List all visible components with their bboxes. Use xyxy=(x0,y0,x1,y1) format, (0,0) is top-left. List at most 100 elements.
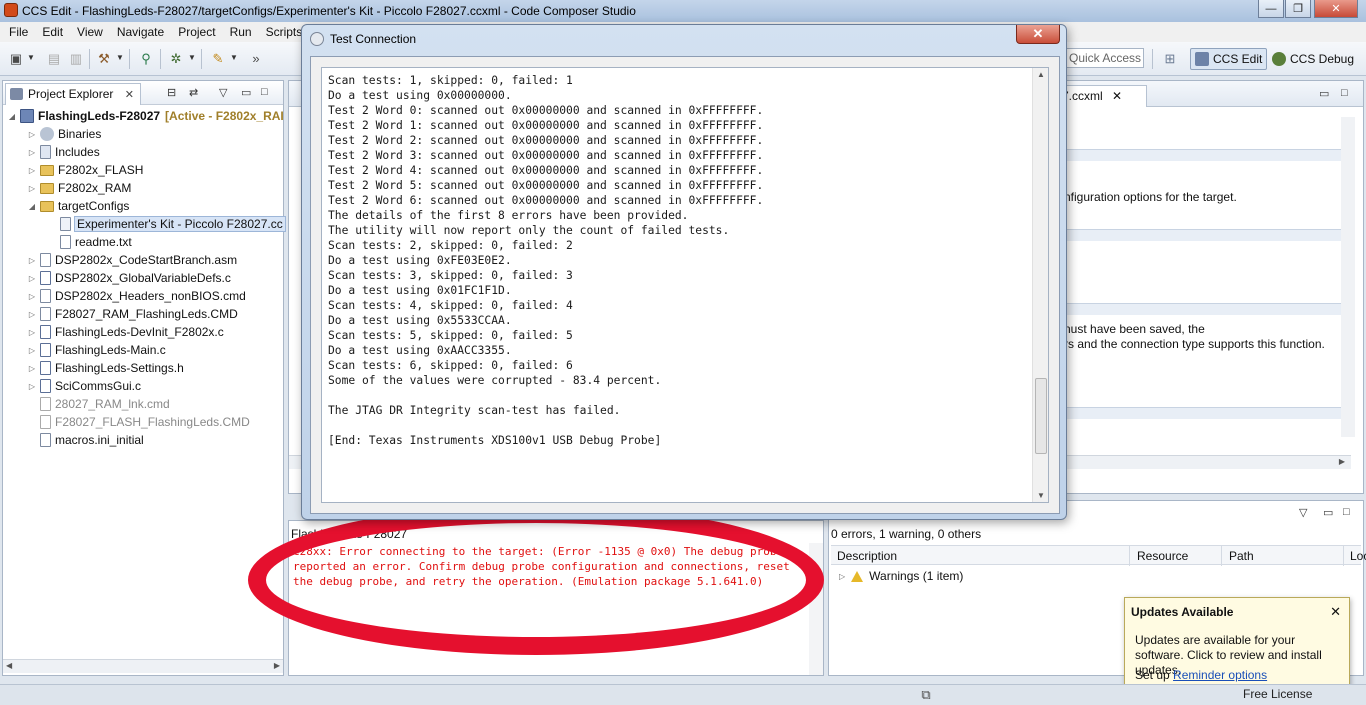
perspective-ccs-edit[interactable]: CCS Edit xyxy=(1190,48,1268,70)
expanded-twisty-icon[interactable]: ◢ xyxy=(7,112,17,121)
tree-item-settings[interactable]: ▷ FlashingLeds-Settings.h xyxy=(27,359,184,377)
minimize-view-icon[interactable]: ▭ xyxy=(1323,506,1333,519)
collapsed-twisty-icon[interactable]: ▷ xyxy=(27,274,37,283)
updates-title: Updates Available xyxy=(1131,605,1234,619)
license-label: Free License xyxy=(1243,687,1313,701)
tree-item-binaries[interactable]: ▷ Binaries xyxy=(27,125,101,143)
scroll-thumb[interactable] xyxy=(1035,378,1047,454)
maximize-button[interactable]: ❐ xyxy=(1285,0,1311,18)
tree-item-headers-nonbios[interactable]: ▷ DSP2802x_Headers_nonBIOS.cmd xyxy=(27,287,246,305)
minimize-view-icon[interactable]: ▭ xyxy=(1319,87,1329,100)
maximize-view-icon[interactable]: □ xyxy=(261,86,268,98)
menu-view[interactable]: View xyxy=(70,25,110,39)
debug-dropdown-icon[interactable]: ▼ xyxy=(188,53,196,62)
menu-run[interactable]: Run xyxy=(223,25,259,39)
tree-item-readme[interactable]: readme.txt xyxy=(57,233,132,251)
output-vscrollbar[interactable]: ▲ ▼ xyxy=(1032,68,1048,502)
collapsed-twisty-icon[interactable]: ▷ xyxy=(27,166,37,175)
flash-icon[interactable]: ✎ xyxy=(210,51,226,67)
collapsed-twisty-icon[interactable]: ▷ xyxy=(27,310,37,319)
link-with-editor-icon[interactable]: ⇄ xyxy=(189,86,198,99)
open-perspective-icon[interactable]: ⊞ xyxy=(1162,51,1178,67)
console-vscrollbar[interactable] xyxy=(809,543,823,675)
tree-item-main[interactable]: ▷ FlashingLeds-Main.c xyxy=(27,341,166,359)
collapsed-twisty-icon[interactable]: ▷ xyxy=(27,130,37,139)
collapsed-twisty-icon[interactable]: ▷ xyxy=(839,572,845,581)
perspective-ccs-debug[interactable]: CCS Debug xyxy=(1268,48,1358,70)
window-close-button[interactable]: ✕ xyxy=(1314,0,1358,18)
flash-dropdown-icon[interactable]: ▼ xyxy=(230,53,238,62)
scroll-down-icon[interactable]: ▼ xyxy=(1037,491,1045,500)
build-dropdown-icon[interactable]: ▼ xyxy=(116,53,124,62)
view-menu-icon[interactable]: ▽ xyxy=(1299,506,1307,519)
col-description[interactable]: Description xyxy=(837,549,897,563)
tree-item-globalvariabledefs[interactable]: ▷ DSP2802x_GlobalVariableDefs.c xyxy=(27,269,231,287)
close-icon[interactable]: ✕ xyxy=(1112,89,1122,103)
minimize-view-icon[interactable]: ▭ xyxy=(241,86,251,99)
tree-item-ram-lnk[interactable]: 28027_RAM_lnk.cmd xyxy=(37,395,170,413)
new-icon[interactable]: ▣ xyxy=(8,51,24,67)
status-update-icon[interactable]: ⧉ xyxy=(918,687,934,703)
scroll-right-icon[interactable]: ▶ xyxy=(1339,457,1345,466)
menu-project[interactable]: Project xyxy=(171,25,222,39)
collapsed-twisty-icon[interactable]: ▷ xyxy=(27,346,37,355)
perspective-label: CCS Edit xyxy=(1213,52,1263,66)
tree-item-targetconfigs[interactable]: ◢ targetConfigs xyxy=(27,197,129,215)
tree-item-project[interactable]: ◢ FlashingLeds-F28027 [Active - F2802x_R… xyxy=(7,107,284,125)
status-bar: ⧉ Free License xyxy=(0,684,1366,705)
scroll-left-icon[interactable]: ◀ xyxy=(6,661,12,670)
tree-item-ram-cmd[interactable]: ▷ F28027_RAM_FlashingLeds.CMD xyxy=(27,305,238,323)
maximize-view-icon[interactable]: □ xyxy=(1343,506,1350,518)
menu-edit[interactable]: Edit xyxy=(35,25,70,39)
quick-access-input[interactable]: Quick Access xyxy=(1064,48,1144,68)
menu-file[interactable]: File xyxy=(2,25,35,39)
tree-item-includes[interactable]: ▷ Includes xyxy=(27,143,100,161)
expanded-twisty-icon[interactable]: ◢ xyxy=(27,202,37,211)
collapsed-twisty-icon[interactable]: ▷ xyxy=(27,364,37,373)
collapsed-twisty-icon[interactable]: ▷ xyxy=(27,184,37,193)
collapsed-twisty-icon[interactable]: ▷ xyxy=(27,256,37,265)
maximize-view-icon[interactable]: □ xyxy=(1341,87,1348,99)
new-dropdown-icon[interactable]: ▼ xyxy=(27,53,35,62)
tab-ccxml-editor[interactable]: 7.ccxml ✕ xyxy=(1057,85,1147,107)
collapsed-twisty-icon[interactable]: ▷ xyxy=(27,292,37,301)
collapsed-twisty-icon[interactable]: ▷ xyxy=(27,382,37,391)
scroll-right-icon[interactable]: ▶ xyxy=(274,661,280,670)
tree-item-label: FlashingLeds-F28027 xyxy=(38,109,161,123)
close-icon[interactable]: ✕ xyxy=(1330,604,1341,620)
explorer-hscrollbar[interactable]: ◀ ▶ xyxy=(3,659,283,673)
updates-notification[interactable]: Updates Available ✕ Updates are availabl… xyxy=(1124,597,1350,687)
close-icon[interactable]: ✕ xyxy=(125,89,134,101)
reminder-options-link[interactable]: Reminder options xyxy=(1173,668,1267,682)
warnings-row[interactable]: ▷ Warnings (1 item) xyxy=(839,569,963,583)
dialog-close-button[interactable]: ✕ xyxy=(1016,25,1060,44)
toolbar-chevron-icon[interactable]: » xyxy=(248,51,264,67)
tree-item-devinit[interactable]: ▷ FlashingLeds-DevInit_F2802x.c xyxy=(27,323,224,341)
build-hammer-icon[interactable]: ⚒ xyxy=(96,51,112,67)
col-path[interactable]: Path xyxy=(1229,549,1254,563)
menu-navigate[interactable]: Navigate xyxy=(110,25,171,39)
collapsed-twisty-icon[interactable]: ▷ xyxy=(27,328,37,337)
tab-project-explorer[interactable]: Project Explorer ✕ xyxy=(5,83,141,105)
problems-summary: 0 errors, 1 warning, 0 others xyxy=(831,527,982,541)
test-output-area[interactable]: Scan tests: 1, skipped: 0, failed: 1 Do a… xyxy=(321,67,1049,503)
search-icon[interactable]: ⚲ xyxy=(138,51,154,67)
tree-item-flash-cmd[interactable]: F28027_FLASH_FlashingLeds.CMD xyxy=(37,413,250,431)
tree-item-codestartbranch[interactable]: ▷ DSP2802x_CodeStartBranch.asm xyxy=(27,251,237,269)
col-resource[interactable]: Resource xyxy=(1137,549,1188,563)
collapsed-twisty-icon[interactable]: ▷ xyxy=(27,148,37,157)
editor-vscrollbar[interactable] xyxy=(1341,117,1355,437)
save-icon[interactable]: ▤ xyxy=(46,51,62,67)
tree-item-f2802x-flash[interactable]: ▷ F2802x_FLASH xyxy=(27,161,143,179)
view-menu-icon[interactable]: ▽ xyxy=(219,86,227,99)
collapse-all-icon[interactable]: ⊟ xyxy=(167,86,176,99)
tree-item-macros[interactable]: macros.ini_initial xyxy=(37,431,144,449)
tree-item-ccxml[interactable]: Experimenter's Kit - Piccolo F28027.cc xyxy=(57,215,286,233)
scroll-up-icon[interactable]: ▲ xyxy=(1037,70,1045,79)
col-location[interactable]: Loc xyxy=(1350,549,1366,563)
minimize-button[interactable]: — xyxy=(1258,0,1284,18)
tree-item-f2802x-ram[interactable]: ▷ F2802x_RAM xyxy=(27,179,131,197)
debug-bug-icon[interactable]: ✲ xyxy=(168,51,184,67)
save-all-icon[interactable]: ▥ xyxy=(68,51,84,67)
tree-item-scicommsgui[interactable]: ▷ SciCommsGui.c xyxy=(27,377,141,395)
